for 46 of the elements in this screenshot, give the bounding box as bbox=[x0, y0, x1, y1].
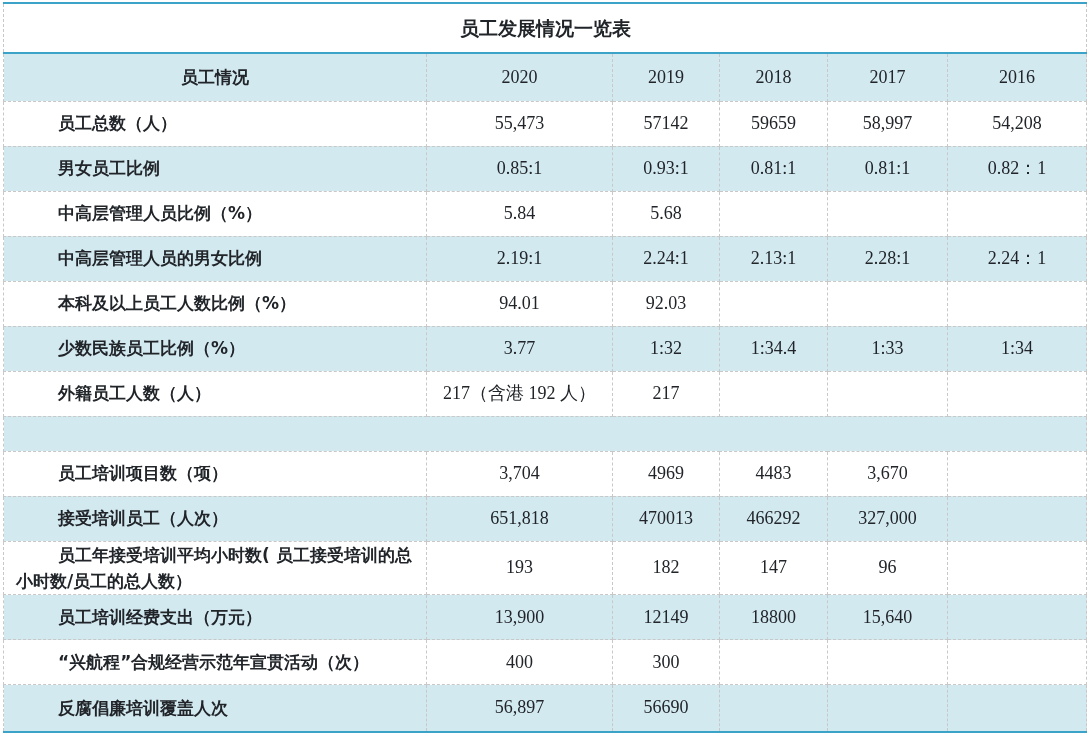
table-cell: 2.24：1 bbox=[947, 236, 1087, 281]
table-cell: 2.19:1 bbox=[426, 236, 613, 281]
table-cell: 2.24:1 bbox=[612, 236, 720, 281]
table-cell: 2.28:1 bbox=[827, 236, 948, 281]
column-header: 2019 bbox=[612, 53, 720, 101]
row-label: 男女员工比例 bbox=[3, 146, 427, 191]
table-cell: 327,000 bbox=[827, 496, 948, 541]
column-header: 2020 bbox=[426, 53, 613, 101]
row-label: 反腐倡廉培训覆盖人次 bbox=[3, 684, 427, 732]
table-cell: 15,640 bbox=[827, 594, 948, 640]
column-header: 员工情况 bbox=[3, 53, 427, 101]
table-cell: 0.85:1 bbox=[426, 146, 613, 191]
table-cell: 12149 bbox=[612, 594, 720, 640]
table-cell: 3.77 bbox=[426, 326, 613, 371]
table-cell: 651,818 bbox=[426, 496, 613, 541]
row-label: 中高层管理人员的男女比例 bbox=[3, 236, 427, 281]
row-label: 员工年接受培训平均小时数( 员工接受培训的总小时数/员工的总人数） bbox=[3, 541, 427, 595]
table-cell: 0.81:1 bbox=[827, 146, 948, 191]
row-label: “兴航程”合规经营示范年宣贯活动（次） bbox=[3, 639, 427, 685]
column-header: 2016 bbox=[947, 53, 1087, 101]
table-cell: 96 bbox=[827, 541, 948, 595]
table-cell: 2.13:1 bbox=[719, 236, 828, 281]
table-cell: 182 bbox=[612, 541, 720, 595]
table-cell: 0.82：1 bbox=[947, 146, 1087, 191]
table-cell: 0.81:1 bbox=[719, 146, 828, 191]
table-cell: 470013 bbox=[612, 496, 720, 541]
row-label: 接受培训员工（人次） bbox=[3, 496, 427, 541]
table-cell: 466292 bbox=[719, 496, 828, 541]
column-header: 2017 bbox=[827, 53, 948, 101]
table-cell: 56,897 bbox=[426, 684, 613, 732]
table-title: 员工发展情况一览表 bbox=[3, 3, 1087, 53]
row-label: 员工培训经费支出（万元） bbox=[3, 594, 427, 640]
table-cell: 0.93:1 bbox=[612, 146, 720, 191]
table-cell: 56690 bbox=[612, 684, 720, 732]
table-cell: 13,900 bbox=[426, 594, 613, 640]
table-cell: 18800 bbox=[719, 594, 828, 640]
table-cell: 1:34 bbox=[947, 326, 1087, 371]
table-cell: 147 bbox=[719, 541, 828, 595]
table-cell: 300 bbox=[612, 639, 720, 685]
table-cell: 400 bbox=[426, 639, 613, 685]
table-cell: 193 bbox=[426, 541, 613, 595]
column-header: 2018 bbox=[719, 53, 828, 101]
table-cell: 1:32 bbox=[612, 326, 720, 371]
row-label: 少数民族员工比例（%） bbox=[3, 326, 427, 371]
table-cell: 1:34.4 bbox=[719, 326, 828, 371]
table-cell: 1:33 bbox=[827, 326, 948, 371]
